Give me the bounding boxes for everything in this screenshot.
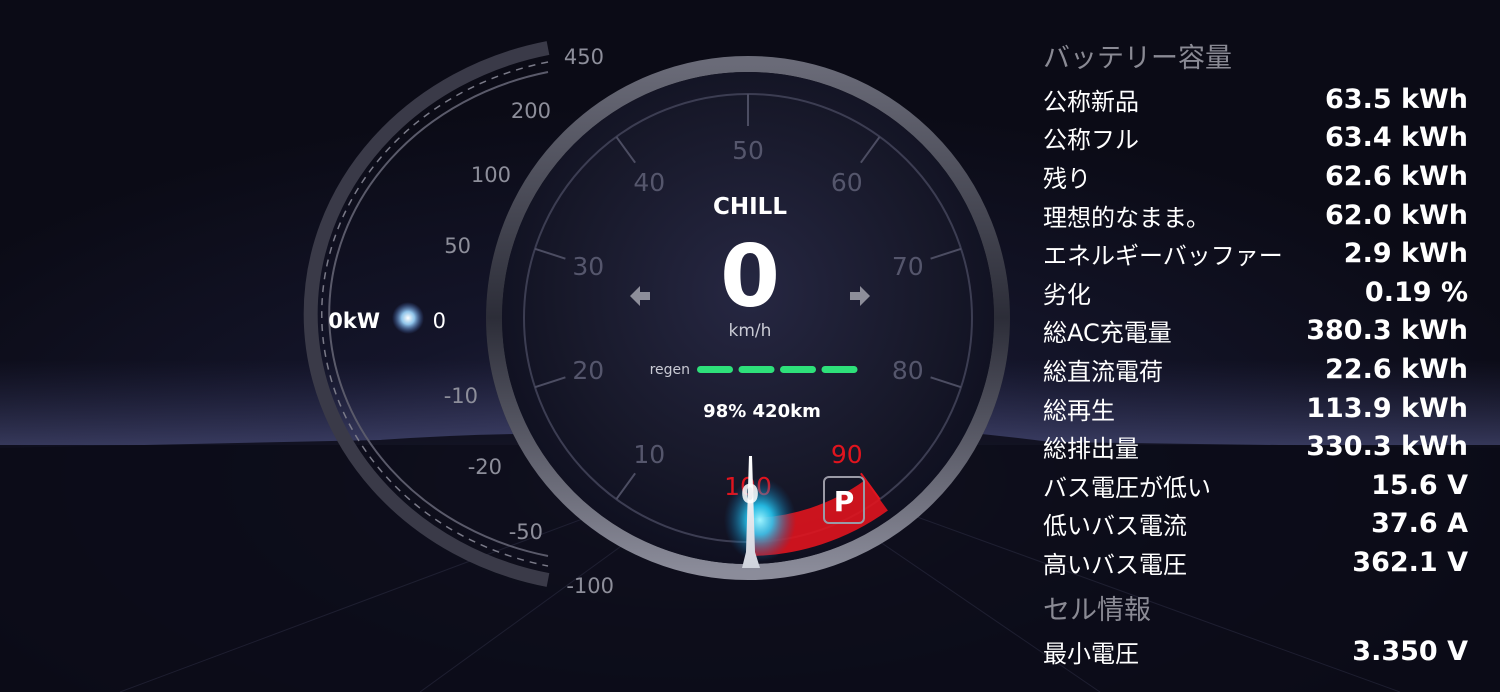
- stat-label: 劣化: [1043, 280, 1091, 309]
- stat-row: 最小電圧 3.350 V: [1043, 632, 1468, 671]
- stat-row: 低いバス電流 37.6 A: [1043, 505, 1468, 544]
- needle-glow: [724, 478, 796, 562]
- speedometer: 102030405060708090100 CHILL 0 km/h regen…: [486, 56, 1010, 580]
- stat-label: 公称新品: [1043, 87, 1139, 116]
- power-tick-label: -100: [566, 574, 614, 598]
- power-tick-label: 200: [511, 99, 551, 123]
- stat-label: バス電圧が低い: [1043, 473, 1211, 502]
- speed-tick-label: 60: [831, 168, 863, 197]
- power-tick-label: 0: [433, 309, 446, 333]
- stat-value: 380.3 kWh: [1306, 315, 1468, 347]
- regen-segment: [780, 366, 816, 373]
- power-tick-label: 50: [444, 234, 471, 258]
- battery-list: 公称新品 63.5 kWh 公称フル 63.4 kWh 残り 62.6 kWh 理想的なまま…: [1043, 80, 1468, 582]
- stat-value: 15.6 V: [1371, 469, 1468, 501]
- power-current-label: 0kW: [328, 309, 380, 333]
- power-indicator-dot: [392, 302, 424, 334]
- stat-row: 公称フル 63.4 kWh: [1043, 119, 1468, 158]
- speed-unit: km/h: [729, 321, 772, 341]
- speed-value: 0: [720, 227, 780, 327]
- stat-value: 63.5 kWh: [1325, 83, 1468, 115]
- power-tick-label: -50: [509, 520, 543, 544]
- stat-row: 劣化 0.19 %: [1043, 273, 1468, 312]
- stat-value: 3.350 V: [1352, 635, 1468, 667]
- stat-row: 高いバス電圧 362.1 V: [1043, 543, 1468, 582]
- speed-tick-label: 70: [892, 252, 924, 281]
- stat-label: 低いバス電流: [1043, 512, 1187, 541]
- stat-value: 2.9 kWh: [1343, 238, 1468, 270]
- stat-value: 22.6 kWh: [1325, 353, 1468, 385]
- stat-label: エネルギーバッファー: [1043, 242, 1283, 271]
- stat-row: 残り 62.6 kWh: [1043, 157, 1468, 196]
- power-tick-label: -20: [468, 455, 502, 479]
- regen-segment: [738, 366, 775, 373]
- stat-label: 残り: [1043, 164, 1091, 193]
- speed-tick-label: 80: [892, 356, 924, 385]
- stat-value: 37.6 A: [1371, 508, 1468, 540]
- speed-tick-label: 20: [572, 356, 604, 385]
- stat-value: 62.0 kWh: [1325, 199, 1468, 231]
- stat-value: 113.9 kWh: [1306, 392, 1468, 424]
- power-tick-label: 100: [471, 163, 511, 187]
- stat-label: 高いバス電圧: [1043, 550, 1187, 579]
- stat-row: 総直流電荷 22.6 kWh: [1043, 350, 1468, 389]
- stat-row: エネルギーバッファー 2.9 kWh: [1043, 234, 1468, 273]
- regen-label: regen: [650, 362, 690, 378]
- stat-label: 総再生: [1043, 396, 1115, 425]
- stat-row: 理想的なまま。 62.0 kWh: [1043, 196, 1468, 235]
- speed-tick-label: 90: [831, 440, 863, 469]
- stat-value: 63.4 kWh: [1325, 122, 1468, 154]
- stat-value: 362.1 V: [1352, 546, 1468, 578]
- battery-range: 98% 420km: [703, 401, 821, 422]
- stat-label: 公称フル: [1043, 126, 1139, 155]
- battery-info-panel: バッテリー容量 公称新品 63.5 kWh 公称フル 63.4 kWh 残り 62.6 k…: [1043, 38, 1468, 670]
- cell-list: 最小電圧 3.350 V: [1043, 632, 1468, 671]
- speed-tick-label: 50: [732, 136, 764, 165]
- gear-label: P: [834, 485, 855, 518]
- stat-row: バス電圧が低い 15.6 V: [1043, 466, 1468, 505]
- stat-value: 330.3 kWh: [1306, 431, 1468, 463]
- stat-row: 総再生 113.9 kWh: [1043, 389, 1468, 428]
- regen-segment: [697, 366, 733, 373]
- speed-tick-label: 40: [633, 168, 665, 197]
- power-tick-label: 450: [564, 45, 604, 69]
- battery-section-title: バッテリー容量: [1043, 43, 1232, 74]
- stat-value: 62.6 kWh: [1325, 160, 1468, 192]
- regen-segment: [821, 366, 858, 373]
- stat-label: 総直流電荷: [1043, 357, 1163, 386]
- stat-label: 最小電圧: [1043, 639, 1139, 668]
- speed-tick-label: 10: [633, 440, 665, 469]
- speed-tick-label: 30: [572, 252, 604, 281]
- power-tick-label: -10: [444, 384, 478, 408]
- cell-section-title: セル情報: [1043, 594, 1151, 626]
- stat-row: 総排出量 330.3 kWh: [1043, 427, 1468, 466]
- stat-value: 0.19 %: [1364, 276, 1468, 308]
- stat-row: 総AC充電量 380.3 kWh: [1043, 312, 1468, 351]
- needle-zero-label: 0: [741, 480, 759, 510]
- stat-row: 公称新品 63.5 kWh: [1043, 80, 1468, 119]
- stat-label: 総排出量: [1043, 435, 1139, 464]
- stat-label: 理想的なまま。: [1043, 203, 1211, 232]
- stat-label: 総AC充電量: [1043, 319, 1172, 348]
- drive-mode-label: CHILL: [713, 194, 787, 220]
